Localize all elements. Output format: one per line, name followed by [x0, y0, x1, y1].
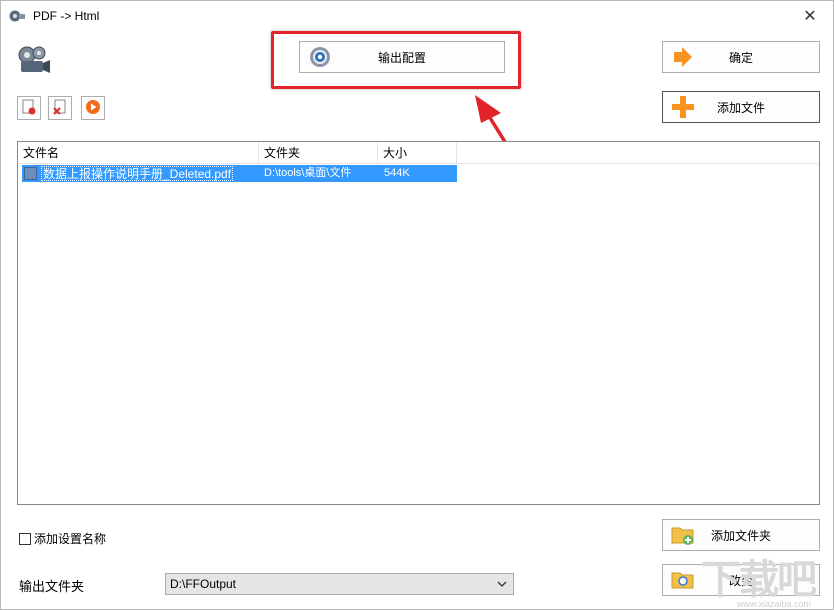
title-bar: PDF -> Html ✕	[1, 1, 833, 31]
document-delete-icon	[21, 99, 37, 118]
folder-add-icon	[671, 523, 695, 547]
table-row[interactable]: 数据上报操作说明手册_Deleted.pdf D:\tools\桌面\文件 54…	[22, 165, 457, 182]
film-reel-icon	[9, 9, 25, 23]
change-button[interactable]: 改变	[662, 564, 820, 596]
column-header-folder[interactable]: 文件夹	[259, 142, 378, 164]
column-header-name[interactable]: 文件名	[18, 142, 259, 164]
arrow-right-icon	[671, 45, 695, 69]
change-label: 改变	[728, 573, 753, 588]
add-file-label: 添加文件	[716, 100, 765, 115]
add-folder-button[interactable]: 添加文件夹	[662, 519, 820, 551]
output-folder-value: D:\FFOutput	[170, 577, 237, 591]
add-file-button[interactable]: 添加文件	[662, 91, 820, 123]
chevron-down-icon	[497, 574, 507, 601]
add-setting-name-option[interactable]: 添加设置名称	[19, 530, 106, 547]
highlight-box	[271, 31, 521, 89]
file-folder: D:\tools\桌面\文件	[264, 167, 352, 179]
film-camera-icon	[17, 45, 51, 75]
file-list[interactable]: 文件名 文件夹 大小 数据上报操作说明手册_Deleted.pdf D:\too…	[17, 141, 820, 505]
close-button[interactable]: ✕	[787, 1, 833, 31]
add-setting-name-label: 添加设置名称	[34, 532, 107, 546]
plus-icon	[671, 95, 695, 119]
file-name: 数据上报操作说明手册_Deleted.pdf	[41, 166, 234, 181]
ok-label: 确定	[728, 50, 753, 65]
folder-open-icon	[671, 568, 695, 592]
column-header-size[interactable]: 大小	[378, 142, 457, 164]
clear-list-button[interactable]	[48, 96, 72, 120]
add-folder-label: 添加文件夹	[710, 528, 771, 543]
output-folder-select[interactable]: D:\FFOutput	[165, 573, 514, 595]
file-size: 544K	[384, 167, 410, 179]
play-button[interactable]	[81, 96, 105, 120]
row-checkbox[interactable]	[24, 167, 37, 180]
window-title: PDF -> Html	[33, 9, 100, 23]
play-icon	[85, 99, 101, 118]
close-icon: ✕	[803, 8, 817, 25]
remove-file-button[interactable]	[17, 96, 41, 120]
app-window: PDF -> Html ✕ 输出配置 确定 添加文件 文件名 文件夹 大小 数据…	[0, 0, 834, 610]
output-folder-label: 输出文件夹	[19, 579, 85, 594]
ok-button[interactable]: 确定	[662, 41, 820, 73]
add-setting-name-checkbox[interactable]	[19, 532, 31, 545]
document-remove-icon	[52, 99, 68, 118]
watermark-url: www.xiazaiba.com	[736, 599, 811, 609]
list-header: 文件名 文件夹 大小	[18, 142, 819, 164]
